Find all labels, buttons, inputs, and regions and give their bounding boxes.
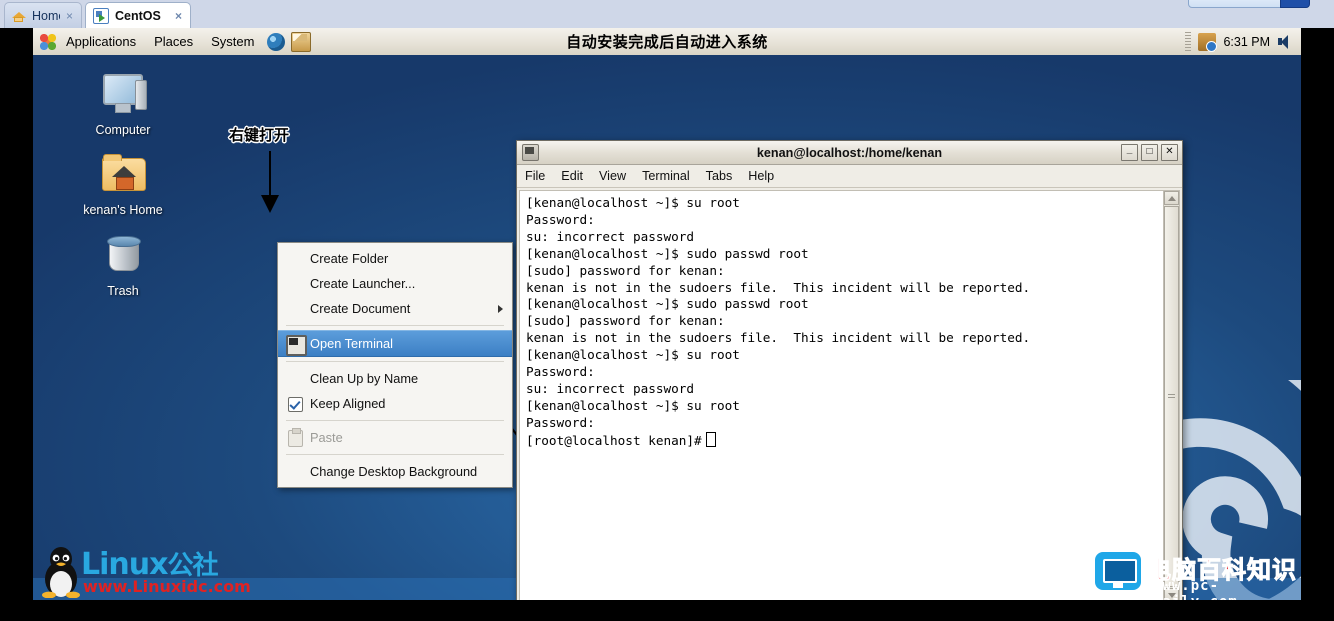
minimize-icon: _ [1126, 144, 1133, 155]
menu-item-label: Create Folder [310, 251, 389, 266]
screenshot-caption: 自动安装完成后自动进入系统 [566, 33, 768, 51]
menu-item-label: Open Terminal [310, 336, 393, 351]
terminal-icon [286, 335, 307, 356]
close-icon[interactable]: × [66, 10, 73, 22]
menu-item-label: Paste [310, 430, 343, 445]
close-button[interactable]: ✕ [1161, 144, 1178, 161]
menu-item-change-desktop-background[interactable]: Change Desktop Background [278, 459, 512, 484]
paste-icon [288, 428, 303, 447]
desktop-area[interactable]: Computer kenan's Home Trash 右键打开 Create … [33, 55, 1301, 600]
terminal-menu-help[interactable]: Help [740, 169, 782, 183]
menu-item-open-terminal[interactable]: Open Terminal [278, 330, 512, 357]
menu-separator [286, 420, 504, 421]
terminal-scrollbar[interactable] [1163, 191, 1179, 600]
watermark-pc-url: www.pc-daily.com [1153, 578, 1237, 600]
trash-icon [97, 231, 149, 281]
desktop-icon-computer[interactable]: Computer [68, 70, 178, 137]
watermark-linux-url: www.Linuxidc.com [83, 577, 251, 596]
home-folder-icon [97, 150, 149, 200]
desktop-icon-trash[interactable]: Trash [68, 231, 178, 298]
vm-viewport: Applications Places System 自动安装完成后自动进入系统… [33, 28, 1301, 600]
menu-item-create-launcher[interactable]: Create Launcher... [278, 271, 512, 296]
desktop-context-menu[interactable]: Create Folder Create Launcher... Create … [277, 242, 513, 488]
watermark-linuxidc: Linux公社 www.Linuxidc.com [33, 542, 251, 600]
terminal-menu-terminal[interactable]: Terminal [634, 169, 698, 183]
close-icon: ✕ [1165, 146, 1174, 157]
close-icon[interactable]: × [175, 10, 182, 22]
terminal-body[interactable]: [kenan@localhost ~]$ su root Password: s… [519, 190, 1180, 600]
terminal-cursor [705, 431, 716, 447]
terminal-output-text: [kenan@localhost ~]$ su root Password: s… [526, 195, 1031, 448]
browser-tab-centos[interactable]: CentOS × [85, 2, 191, 28]
panel-tray: 6:31 PM [1185, 28, 1295, 55]
desktop-icon-label: Trash [107, 284, 139, 298]
software-update-icon[interactable] [1198, 32, 1218, 52]
menu-item-create-folder[interactable]: Create Folder [278, 246, 512, 271]
monitor-pulse-icon [1095, 552, 1141, 590]
terminal-menu-tabs[interactable]: Tabs [698, 169, 741, 183]
terminal-menubar: File Edit View Terminal Tabs Help [517, 165, 1182, 188]
browser-tab-home[interactable]: Home × [4, 2, 82, 28]
menu-item-clean-up-by-name[interactable]: Clean Up by Name [278, 366, 512, 391]
menu-item-paste: Paste [278, 425, 512, 450]
menu-item-keep-aligned[interactable]: Keep Aligned [278, 391, 512, 416]
partial-toolbar-button[interactable] [1280, 0, 1310, 8]
scroll-up-button[interactable] [1164, 191, 1179, 205]
clock[interactable]: 6:31 PM [1223, 35, 1270, 49]
browser-tab-label: Home [32, 8, 60, 23]
menu-item-label: Create Document [310, 301, 411, 316]
gnome-top-panel: Applications Places System 自动安装完成后自动进入系统… [33, 28, 1301, 56]
centos-icon [93, 7, 109, 24]
scrollbar-thumb[interactable] [1164, 206, 1179, 587]
terminal-menu-file[interactable]: File [517, 169, 553, 183]
terminal-window[interactable]: kenan@localhost:/home/kenan _ □ ✕ File E… [516, 140, 1183, 600]
menu-item-create-document[interactable]: Create Document [278, 296, 512, 321]
computer-icon [97, 70, 149, 120]
checkbox-checked-icon[interactable] [288, 397, 303, 412]
annotation-right-click: 右键打开 [229, 126, 290, 144]
browser-tab-label: CentOS [115, 8, 161, 23]
watermark-pcdaily: 电脑百科知识 www.pc-daily.com [1087, 548, 1301, 600]
window-controls: _ □ ✕ [1121, 144, 1178, 161]
menu-separator [286, 454, 504, 455]
menu-separator [286, 325, 504, 326]
speaker-icon[interactable] [1277, 33, 1295, 51]
terminal-menu-view[interactable]: View [591, 169, 634, 183]
desktop-icon-home[interactable]: kenan's Home [68, 150, 178, 217]
home-icon [12, 9, 26, 23]
maximize-icon: □ [1146, 146, 1153, 157]
terminal-titlebar[interactable]: kenan@localhost:/home/kenan _ □ ✕ [517, 141, 1182, 165]
menu-item-label: Keep Aligned [310, 396, 386, 411]
menu-item-label: Clean Up by Name [310, 371, 419, 386]
terminal-window-title: kenan@localhost:/home/kenan [756, 145, 943, 160]
menu-item-label: Change Desktop Background [310, 464, 478, 479]
panel-grip-handle[interactable] [1185, 32, 1192, 51]
maximize-button[interactable]: □ [1141, 144, 1158, 161]
desktop-icon-label: kenan's Home [83, 203, 163, 217]
minimize-button[interactable]: _ [1121, 144, 1138, 161]
terminal-menu-edit[interactable]: Edit [553, 169, 591, 183]
menu-item-label: Create Launcher... [310, 276, 416, 291]
browser-tab-strip: Home × CentOS × [0, 0, 1334, 28]
terminal-output[interactable]: [kenan@localhost ~]$ su root Password: s… [520, 191, 1163, 600]
desktop-icon-label: Computer [95, 123, 151, 137]
chevron-right-icon [498, 305, 503, 313]
tux-penguin-icon [42, 547, 80, 598]
menu-separator [286, 361, 504, 362]
